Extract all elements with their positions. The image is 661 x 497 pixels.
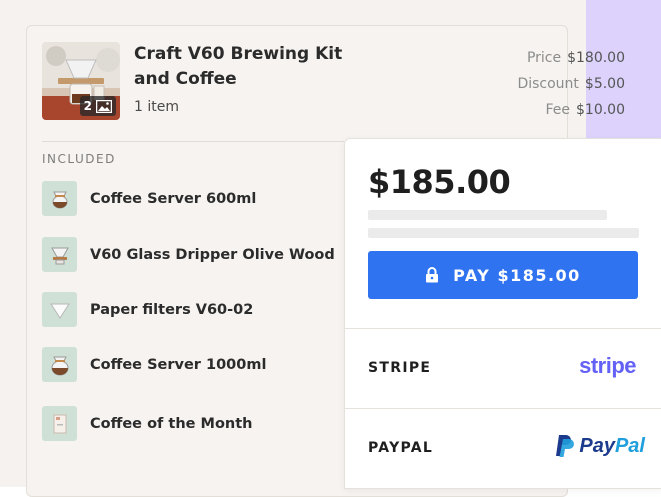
discount-row: Discount $5.00: [517, 71, 625, 97]
coffee-server-icon: [42, 181, 77, 216]
discount-value: $5.00: [584, 76, 625, 92]
included-item: Coffee of the Month: [42, 406, 253, 441]
discount-label: Discount: [517, 76, 579, 92]
total-amount: $185.00: [368, 163, 511, 201]
payment-method-name: PAYPAL: [368, 440, 434, 456]
included-heading: INCLUDED: [42, 152, 116, 166]
included-item: Coffee Server 1000ml: [42, 347, 266, 382]
checkout-panel: $185.00 PAY $185.00 STRIPE stripe PAYPAL…: [344, 138, 661, 489]
price-label: Price: [526, 50, 562, 66]
paper-filter-icon: [42, 292, 77, 327]
fee-row: Fee $10.00: [517, 97, 625, 123]
included-item: V60 Glass Dripper Olive Wood: [42, 237, 335, 272]
payment-method-paypal[interactable]: PAYPAL PayPal: [345, 409, 661, 488]
paypal-icon: [556, 435, 575, 457]
price-breakdown: Price $180.00 Discount $5.00 Fee $10.00: [517, 45, 625, 123]
price-value: $180.00: [567, 50, 625, 66]
included-item-label: Coffee Server 1000ml: [90, 356, 267, 373]
payment-method-name: STRIPE: [368, 360, 432, 376]
image-count-badge: 2: [79, 96, 116, 116]
fee-value: $10.00: [576, 102, 625, 118]
coffee-bag-icon: [42, 406, 77, 441]
payment-method-stripe[interactable]: STRIPE stripe: [345, 329, 661, 408]
included-item: Coffee Server 600ml: [42, 181, 256, 216]
product-item-count: 1 item: [134, 99, 179, 115]
pay-button-label: PAY $185.00: [453, 265, 581, 285]
fee-label: Fee: [545, 102, 570, 118]
placeholder-line: [368, 210, 607, 220]
included-item: Paper filters V60-02: [42, 292, 253, 327]
paypal-logo-pal: Pal: [614, 434, 645, 457]
paypal-logo-pay: Pay: [579, 434, 615, 457]
pay-button[interactable]: PAY $185.00: [368, 251, 638, 299]
image-count: 2: [83, 99, 92, 113]
product-title: Craft V60 Brewing Kit and Coffee: [134, 44, 343, 89]
lock-icon: [426, 267, 439, 283]
product-image[interactable]: 2: [42, 42, 120, 120]
included-item-label: Coffee Server 600ml: [90, 190, 257, 207]
image-icon: [96, 99, 112, 113]
dripper-icon: [42, 237, 77, 272]
paypal-logo: PayPal: [555, 434, 645, 458]
divider: [42, 141, 344, 142]
included-item-label: Coffee of the Month: [90, 415, 253, 432]
coffee-server-icon: [42, 347, 77, 382]
placeholder-line: [368, 228, 639, 238]
included-item-label: Paper filters V60-02: [90, 301, 254, 318]
price-row: Price $180.00: [517, 45, 625, 71]
stripe-logo: stripe: [579, 353, 636, 378]
included-item-label: V60 Glass Dripper Olive Wood: [90, 246, 335, 263]
